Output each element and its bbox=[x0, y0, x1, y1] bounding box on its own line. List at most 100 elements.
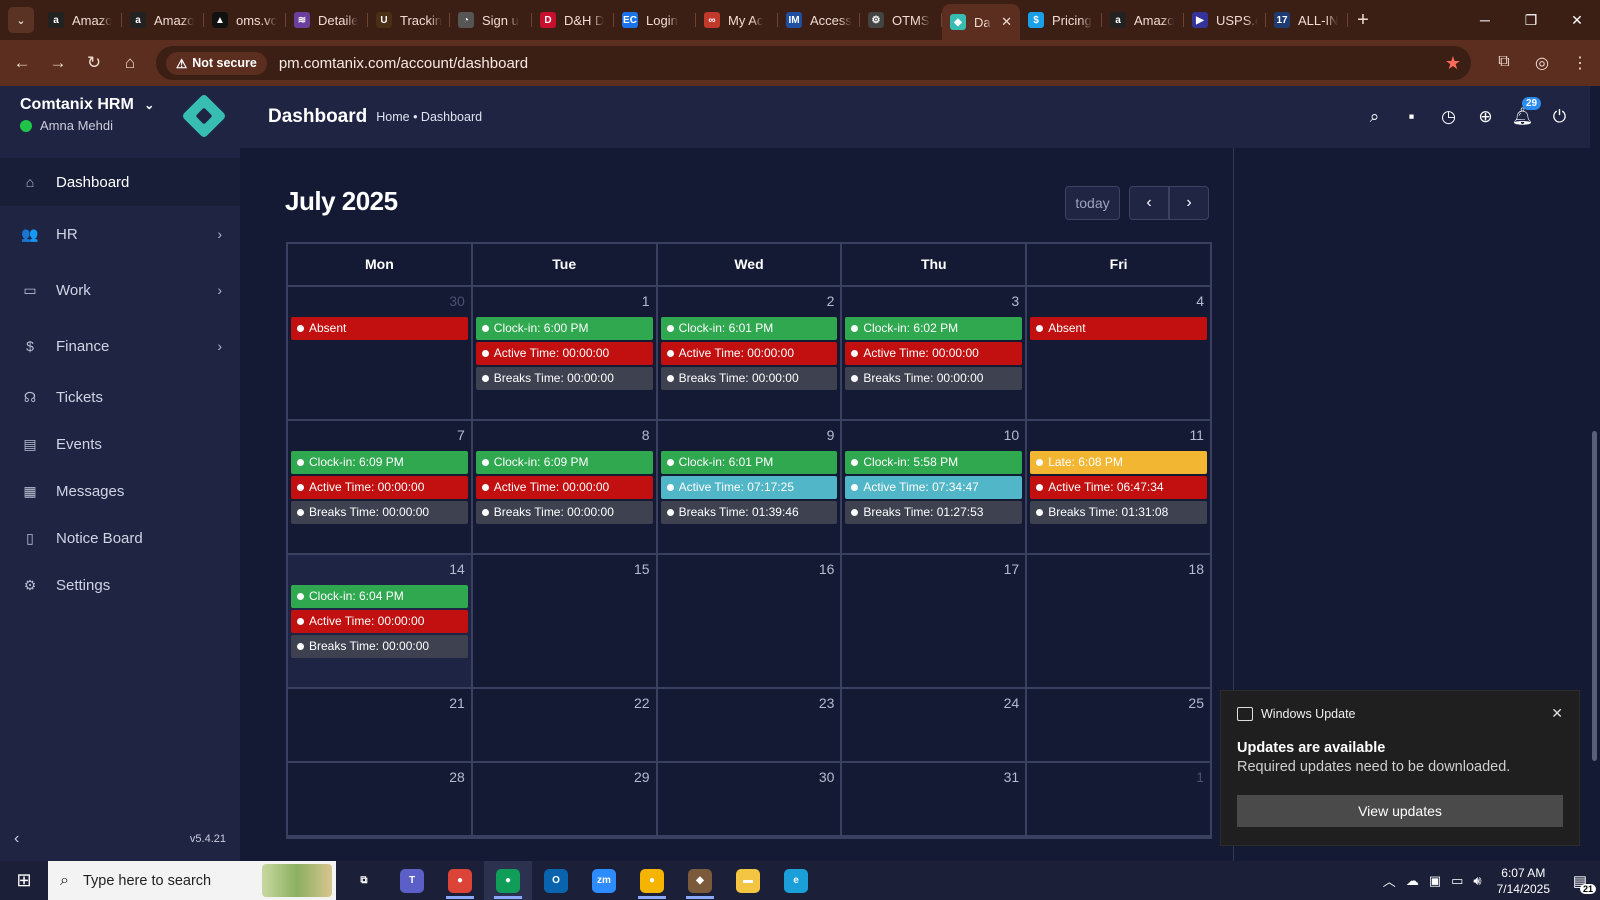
calendar-event[interactable]: Active Time: 00:00:00 bbox=[291, 476, 468, 499]
collapse-sidebar-icon[interactable]: ‹ bbox=[14, 830, 19, 848]
calendar-event[interactable]: Active Time: 00:00:00 bbox=[475, 342, 653, 365]
sidebar-item-notice-board[interactable]: ▯ Notice Board bbox=[0, 515, 240, 562]
forward-icon[interactable]: → bbox=[40, 53, 76, 73]
calendar-day-cell[interactable]: 9 Clock-in: 6:01 PM Active Time: 07:17:25 B… bbox=[658, 421, 843, 553]
sidebar-item-events[interactable]: ▤ Events bbox=[0, 421, 240, 468]
next-month-button[interactable]: › bbox=[1169, 186, 1209, 220]
browser-tab[interactable]: IM Access bbox=[778, 4, 860, 36]
browser-tab[interactable]: ≋ Detaile bbox=[286, 4, 368, 36]
browser-tab[interactable]: $ Pricing bbox=[1020, 4, 1102, 36]
show-hidden-icons-icon[interactable]: ︿ bbox=[1383, 871, 1396, 890]
day-number[interactable]: 14 bbox=[449, 561, 465, 577]
search-icon[interactable]: ⌕ bbox=[1356, 107, 1393, 127]
calendar-day-cell[interactable]: 11 Late: 6:08 PM Active Time: 06:47:34 Brea… bbox=[1027, 421, 1210, 553]
calendar-day-cell[interactable]: 15 bbox=[473, 555, 658, 687]
browser-tab[interactable]: ◔ Sign u bbox=[450, 4, 532, 36]
calendar-day-cell[interactable]: 25 bbox=[1027, 689, 1210, 761]
day-number[interactable]: 3 bbox=[1011, 293, 1019, 309]
calendar-day-cell[interactable]: 22 bbox=[473, 689, 658, 761]
browser-tab[interactable]: a Amazo bbox=[1102, 4, 1184, 36]
scrollbar-thumb[interactable] bbox=[1592, 431, 1597, 761]
bell-icon[interactable]: 🔔︎ 29 bbox=[1504, 97, 1542, 127]
file-explorer-icon[interactable]: ▬ bbox=[724, 861, 772, 900]
day-number[interactable]: 10 bbox=[1004, 427, 1020, 443]
day-number[interactable]: 2 bbox=[827, 293, 835, 309]
calendar-event[interactable]: Clock-in: 6:00 PM bbox=[475, 317, 653, 340]
calendar-event[interactable]: Breaks Time: 00:00:00 bbox=[660, 367, 838, 390]
browser-tab[interactable]: a Amazo bbox=[122, 4, 204, 36]
outlook-icon[interactable]: O bbox=[532, 861, 580, 900]
sidebar-item-tickets[interactable]: ☊ Tickets bbox=[0, 374, 240, 421]
clock-icon[interactable]: ◷ bbox=[1430, 107, 1467, 127]
add-icon[interactable]: ⊕ bbox=[1467, 107, 1504, 127]
taskbar-clock[interactable]: 6:07 AM 7/14/2025 bbox=[1497, 865, 1550, 897]
sidebar-item-messages[interactable]: ▦ Messages bbox=[0, 468, 240, 515]
calendar-day-cell[interactable]: 21 bbox=[288, 689, 473, 761]
calendar-day-cell[interactable]: 17 bbox=[842, 555, 1028, 687]
view-updates-button[interactable]: View updates bbox=[1237, 795, 1563, 827]
browser-tab[interactable]: 17 ALL-IN bbox=[1266, 4, 1348, 36]
new-tab-button[interactable]: + bbox=[1348, 9, 1378, 32]
browser-tab[interactable]: U Trackin bbox=[368, 4, 450, 36]
calendar-event[interactable]: Active Time: 00:00:00 bbox=[475, 476, 653, 499]
volume-icon[interactable]: 🔊︎ bbox=[1473, 873, 1481, 889]
chrome-icon[interactable]: ● bbox=[436, 861, 484, 900]
calendar-event[interactable]: Active Time: 07:17:25 bbox=[660, 476, 838, 499]
day-number[interactable]: 1 bbox=[1196, 769, 1204, 785]
calendar-day-cell[interactable]: 28 bbox=[288, 763, 473, 835]
chrome-profile-icon[interactable]: ● bbox=[484, 861, 532, 900]
comtanix-app-icon[interactable]: ◆ bbox=[676, 861, 724, 900]
calendar-event[interactable]: Breaks Time: 00:00:00 bbox=[845, 367, 1023, 390]
day-number[interactable]: 18 bbox=[1188, 561, 1204, 577]
calendar-day-cell[interactable]: 16 bbox=[658, 555, 843, 687]
sidebar-item-hr[interactable]: 👥 HR › bbox=[0, 206, 240, 262]
day-number[interactable]: 9 bbox=[827, 427, 835, 443]
calendar-day-cell[interactable]: 8 Clock-in: 6:09 PM Active Time: 00:00:00 B… bbox=[473, 421, 658, 553]
browser-tab[interactable]: a Amazo bbox=[40, 4, 122, 36]
browser-tab[interactable]: D D&H D bbox=[532, 4, 614, 36]
prev-month-button[interactable]: ‹ bbox=[1129, 186, 1169, 220]
calendar-day-cell[interactable]: 2 Clock-in: 6:01 PM Active Time: 00:00:00 B… bbox=[658, 287, 843, 419]
day-number[interactable]: 7 bbox=[457, 427, 465, 443]
day-number[interactable]: 30 bbox=[449, 293, 465, 309]
sidebar-item-finance[interactable]: $ Finance › bbox=[0, 318, 240, 374]
browser-tab[interactable]: ∞ My Ac bbox=[696, 4, 778, 36]
sidebar-item-dashboard[interactable]: ⌂ Dashboard bbox=[0, 158, 240, 206]
calendar-event[interactable]: Breaks Time: 00:00:00 bbox=[291, 501, 468, 524]
day-number[interactable]: 15 bbox=[634, 561, 650, 577]
calendar-event[interactable]: Breaks Time: 00:00:00 bbox=[475, 367, 653, 390]
sidebar-item-settings[interactable]: ⚙ Settings bbox=[0, 562, 240, 609]
calendar-event[interactable]: Breaks Time: 00:00:00 bbox=[475, 501, 653, 524]
calendar-day-cell[interactable]: 29 bbox=[473, 763, 658, 835]
calendar-event[interactable]: Active Time: 00:00:00 bbox=[660, 342, 838, 365]
bookmark-star-icon[interactable]: ★ bbox=[1445, 53, 1461, 74]
browser-tab[interactable]: ▲ oms.vc bbox=[204, 4, 286, 36]
day-number[interactable]: 25 bbox=[1188, 695, 1204, 711]
day-number[interactable]: 28 bbox=[449, 769, 465, 785]
day-number[interactable]: 24 bbox=[1004, 695, 1020, 711]
calendar-event[interactable]: Breaks Time: 01:39:46 bbox=[660, 501, 838, 524]
address-bar[interactable]: ⚠ Not secure pm.comtanix.com/account/dash… bbox=[156, 46, 1471, 80]
calendar-event[interactable]: Clock-in: 6:01 PM bbox=[660, 317, 838, 340]
close-tab-icon[interactable]: ✕ bbox=[1001, 14, 1012, 30]
calendar-event[interactable]: Clock-in: 5:58 PM bbox=[845, 451, 1023, 474]
calendar-event[interactable]: Absent bbox=[291, 317, 468, 340]
day-number[interactable]: 8 bbox=[642, 427, 650, 443]
day-number[interactable]: 29 bbox=[634, 769, 650, 785]
extensions-icon[interactable]: ⧉ bbox=[1485, 53, 1523, 73]
minimize-icon[interactable]: ─ bbox=[1462, 12, 1508, 29]
calendar-day-cell[interactable]: 10 Clock-in: 5:58 PM Active Time: 07:34:47… bbox=[842, 421, 1028, 553]
taskbar-search[interactable]: ⌕ Type here to search bbox=[48, 861, 336, 900]
browser-tab[interactable]: ⚙ OTMS bbox=[860, 4, 942, 36]
power-icon[interactable]: ⏻ bbox=[1541, 107, 1578, 127]
toast-close-icon[interactable]: ✕ bbox=[1551, 705, 1563, 722]
calendar-event[interactable]: Late: 6:08 PM bbox=[1030, 451, 1207, 474]
day-number[interactable]: 22 bbox=[634, 695, 650, 711]
calendar-event[interactable]: Breaks Time: 01:31:08 bbox=[1030, 501, 1207, 524]
day-number[interactable]: 16 bbox=[819, 561, 835, 577]
calendar-day-cell[interactable]: 30 Absent bbox=[288, 287, 473, 419]
sidebar-item-work[interactable]: ▭ Work › bbox=[0, 262, 240, 318]
profile-icon[interactable]: ◎ bbox=[1523, 53, 1561, 73]
day-number[interactable]: 31 bbox=[1004, 769, 1020, 785]
calendar-day-cell[interactable]: 30 bbox=[658, 763, 843, 835]
